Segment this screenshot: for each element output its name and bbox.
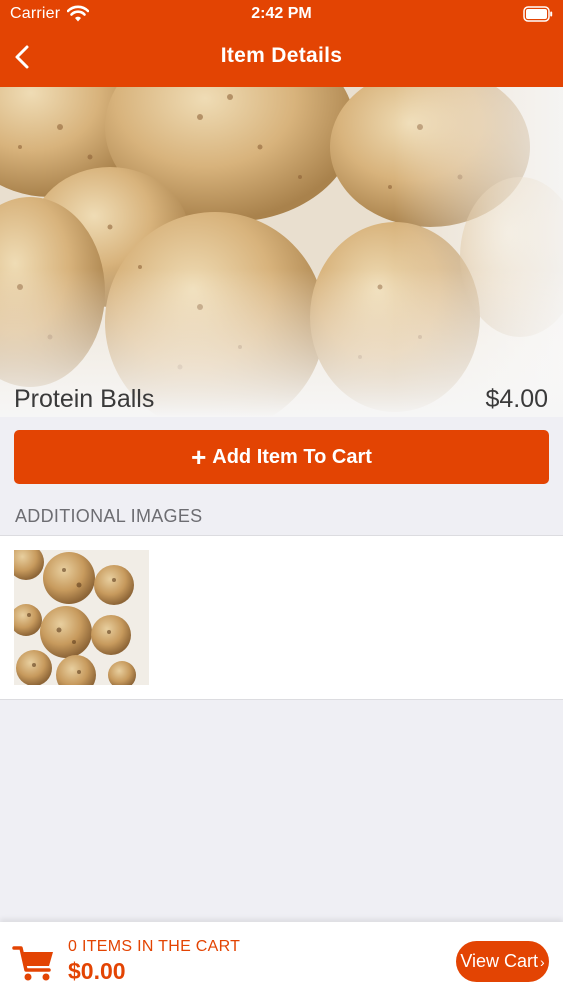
shopping-cart-icon [12,946,53,981]
item-name: Protein Balls [14,385,155,413]
page-title: Item Details [220,44,343,67]
item-price: $4.00 [485,385,548,413]
additional-image-thumbnail[interactable] [14,550,149,685]
item-hero-image [0,87,563,417]
add-to-cart-label: Add Item To Cart [212,445,372,468]
status-time: 2:42 PM [251,5,312,22]
cart-summary-bar: 0 ITEMS IN THE CART $0.00 View Cart › [0,922,563,1000]
add-to-cart-button[interactable]: + Add Item To Cart [14,430,549,484]
chevron-right-icon: › [540,953,545,970]
battery-icon [523,6,553,22]
view-cart-button[interactable]: View Cart › [456,941,549,982]
status-bar: Carrier 2:42 PM [0,0,563,30]
view-cart-label: View Cart [460,951,539,971]
plus-icon: + [191,442,207,472]
cart-item-count: 0 ITEMS IN THE CART [68,938,241,955]
cart-total: $0.00 [68,958,126,984]
additional-images-list [0,535,563,700]
additional-images-heading: ADDITIONAL IMAGES [15,506,203,526]
header: Carrier 2:42 PM Item Details [0,0,563,87]
